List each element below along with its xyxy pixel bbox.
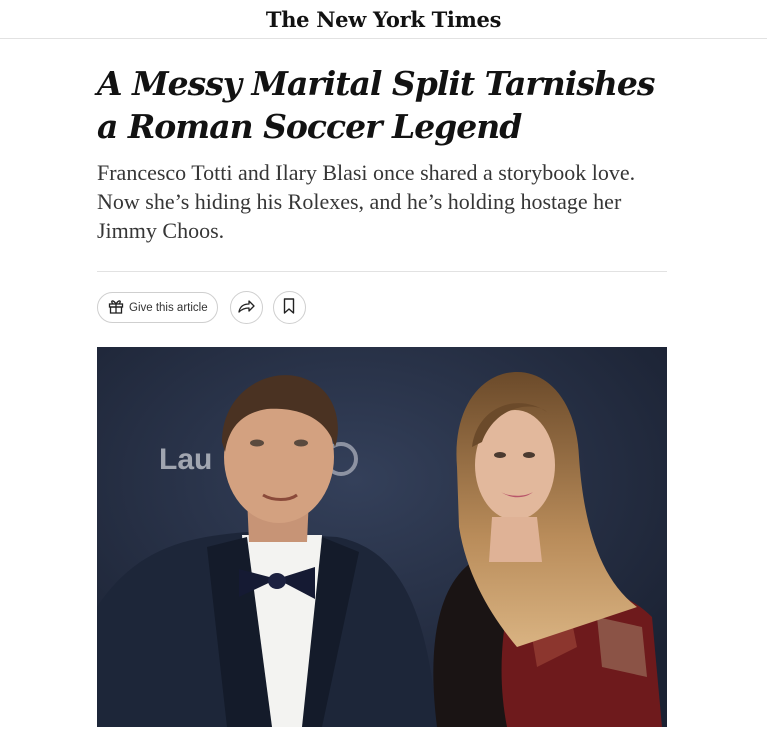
gift-icon <box>107 297 125 319</box>
give-article-button[interactable]: Give this article <box>97 292 218 323</box>
article-summary: Francesco Totti and Ilary Blasi once sha… <box>97 160 636 243</box>
give-article-label: Give this article <box>129 301 208 314</box>
save-button[interactable] <box>272 291 306 324</box>
nyt-logo[interactable]: The New York Times <box>266 7 502 32</box>
article-headline: A Messy Marital Split Tarnishes a Roman … <box>97 64 655 146</box>
share-button[interactable] <box>229 291 263 324</box>
backdrop-logo: Lau <box>159 443 212 476</box>
article-actions: Give this article <box>97 291 306 324</box>
bookmark-icon <box>283 297 295 318</box>
photo-illustration: Lau <box>97 347 667 727</box>
divider <box>97 271 667 272</box>
share-arrow-icon <box>237 298 255 318</box>
masthead: The New York Times <box>0 0 767 39</box>
article-photo: Lau <box>97 347 667 727</box>
